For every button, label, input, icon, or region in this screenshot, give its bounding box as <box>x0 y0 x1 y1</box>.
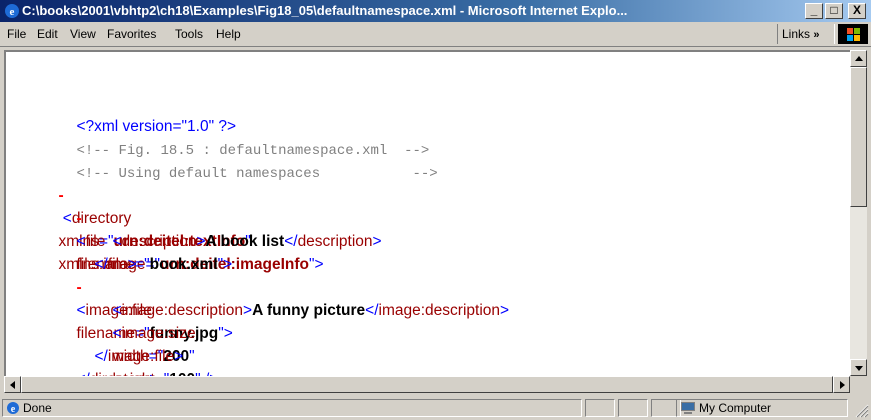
status-bar: e Done My Computer <box>0 396 871 420</box>
status-pane: e Done <box>2 399 582 417</box>
chevron-icon: » <box>813 29 820 41</box>
up-arrow-icon <box>855 56 863 61</box>
menu-view[interactable]: View <box>70 27 96 41</box>
window-title: C:\books\2001\vbhtp2\ch18\Examples\Fig18… <box>22 3 628 18</box>
scroll-left-button[interactable] <box>4 376 21 393</box>
scroll-down-button[interactable] <box>850 359 867 376</box>
page-done-icon: e <box>7 402 19 415</box>
vertical-scrollbar[interactable] <box>850 50 867 376</box>
menu-file[interactable]: File <box>7 27 26 41</box>
browser-window: e C:\books\2001\vbhtp2\ch18\Examples\Fig… <box>0 0 871 420</box>
resize-grip-icon[interactable] <box>853 402 869 418</box>
links-toolbar[interactable]: Links » <box>777 24 835 44</box>
windows-logo-icon <box>838 24 868 44</box>
menu-favorites[interactable]: Favorites <box>107 27 156 41</box>
menu-edit[interactable]: Edit <box>37 27 58 41</box>
horizontal-scroll-thumb[interactable] <box>21 376 833 393</box>
scroll-right-button[interactable] <box>833 376 850 393</box>
horizontal-scrollbar[interactable] <box>4 376 850 393</box>
computer-icon <box>681 402 695 414</box>
scrollbar-corner <box>850 376 867 393</box>
close-button[interactable]: X <box>848 3 866 19</box>
vertical-scroll-thumb[interactable] <box>850 67 867 207</box>
status-pane <box>618 399 648 417</box>
menu-help[interactable]: Help <box>216 27 241 41</box>
zone-label: My Computer <box>699 401 772 415</box>
left-arrow-icon <box>10 381 15 389</box>
svg-text:e: e <box>10 6 15 18</box>
down-arrow-icon <box>855 366 863 371</box>
directory-close-tag: </directory> <box>42 345 158 376</box>
links-label: Links <box>782 27 811 41</box>
zone-pane: My Computer <box>676 399 848 417</box>
document-view[interactable]: <?xml version="1.0" ?> <!-- Fig. 18.5 : … <box>4 50 850 376</box>
scroll-up-button[interactable] <box>850 50 867 67</box>
status-pane <box>585 399 615 417</box>
internet-explorer-icon: e <box>5 4 19 18</box>
minimize-button[interactable]: _ <box>805 3 823 19</box>
right-arrow-icon <box>840 381 845 389</box>
svg-text:e: e <box>11 404 16 415</box>
title-bar[interactable]: e C:\books\2001\vbhtp2\ch18\Examples\Fig… <box>0 0 871 22</box>
menu-bar: File Edit View Favorites Tools Help Link… <box>0 22 871 47</box>
menu-tools[interactable]: Tools <box>175 27 203 41</box>
status-text: Done <box>23 401 52 415</box>
maximize-button[interactable]: □ <box>825 3 843 19</box>
